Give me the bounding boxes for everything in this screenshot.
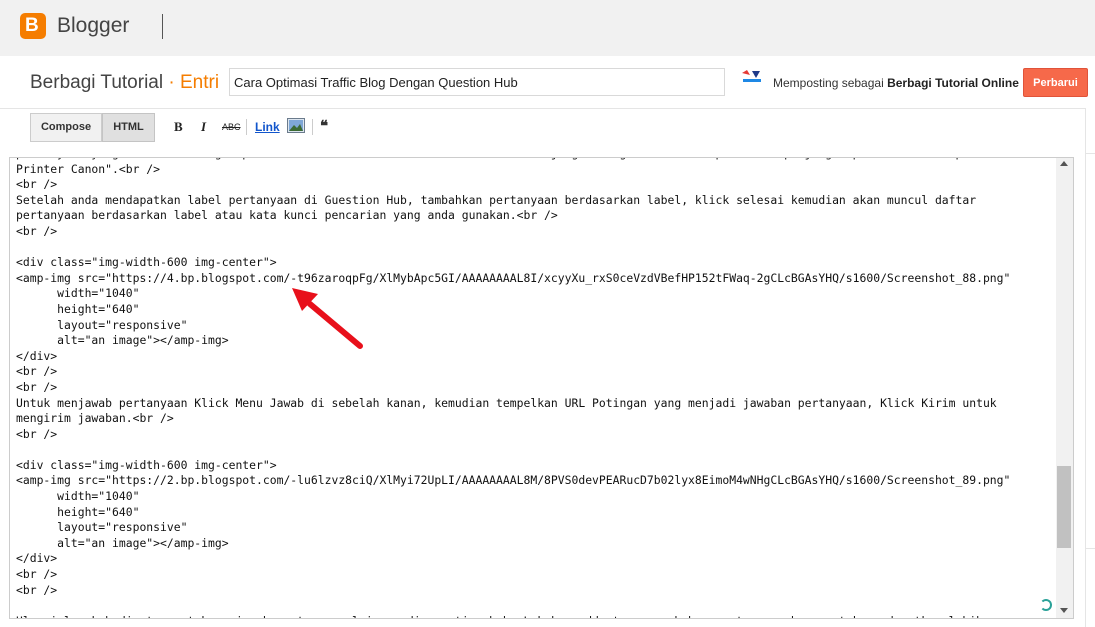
bold-icon[interactable]: B	[174, 119, 183, 135]
link-button[interactable]: Link	[255, 120, 280, 134]
app-header: B Blogger	[0, 0, 1095, 56]
posting-as: Memposting sebagai Berbagi Tutorial Onli…	[773, 76, 1019, 90]
right-panel-edge	[1085, 108, 1095, 627]
strikethrough-icon[interactable]: ABC	[222, 122, 241, 132]
html-source-text[interactable]: pertanyaan yang berkaitan dengan printer…	[16, 158, 1056, 618]
header-divider	[162, 14, 163, 39]
app-name: Blogger	[57, 14, 130, 37]
html-editor[interactable]: pertanyaan yang berkaitan dengan printer…	[9, 157, 1074, 619]
annotation-arrow-icon	[292, 288, 363, 349]
avatar	[740, 69, 764, 85]
posting-as-name: Berbagi Tutorial Online	[887, 76, 1019, 90]
section-label: Entri	[179, 72, 220, 93]
tab-compose[interactable]: Compose	[30, 113, 102, 142]
posting-as-prefix: Memposting sebagai	[773, 76, 884, 90]
editor-toolbar: Compose HTML B I ABC Link ❝	[0, 108, 1085, 148]
toolbar-divider	[312, 119, 313, 135]
editor-scrollbar[interactable]	[1056, 158, 1073, 618]
blogger-logo-icon[interactable]: B	[20, 13, 46, 39]
loading-spinner-icon	[1040, 599, 1052, 611]
scrollbar-thumb[interactable]	[1057, 466, 1071, 548]
blog-title[interactable]: Berbagi Tutorial · Entri	[30, 72, 219, 94]
update-button[interactable]: Perbarui	[1023, 68, 1088, 97]
tab-html[interactable]: HTML	[102, 113, 155, 142]
quote-icon[interactable]: ❝	[320, 117, 328, 135]
scroll-up-icon[interactable]	[1060, 161, 1068, 166]
post-title-input[interactable]	[229, 68, 725, 96]
post-header: Berbagi Tutorial · Entri Memposting seba…	[0, 56, 1095, 109]
insert-image-icon[interactable]	[287, 118, 305, 133]
breadcrumb-separator: ·	[168, 72, 175, 93]
blog-name: Berbagi Tutorial	[30, 72, 164, 93]
italic-icon[interactable]: I	[201, 119, 206, 135]
scroll-down-icon[interactable]	[1060, 608, 1068, 613]
toolbar-divider	[246, 119, 247, 135]
